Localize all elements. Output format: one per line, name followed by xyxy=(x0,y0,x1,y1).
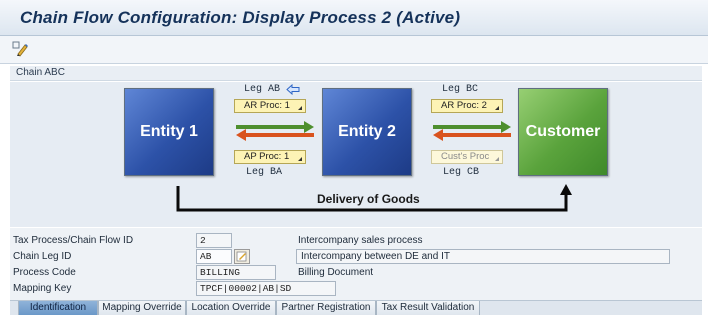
tab-tax-result-validation[interactable]: Tax Result Validation xyxy=(376,301,480,315)
mapping-key-field[interactable]: TPCF|00002|AB|SD xyxy=(196,281,336,296)
chain-flow-diagram: Entity 1 Entity 2 Customer Leg AB Leg BC… xyxy=(10,82,702,227)
mapping-key-label: Mapping Key xyxy=(13,283,72,294)
tab-identification[interactable]: Identification xyxy=(18,301,98,315)
tab-location-override[interactable]: Location Override xyxy=(186,301,276,315)
form-row-chain-leg-id: Chain Leg ID AB Intercompany between DE … xyxy=(10,249,702,265)
tab-strip: Identification Mapping Override Location… xyxy=(10,300,702,315)
detail-form: Tax Process/Chain Flow ID 2 Intercompany… xyxy=(10,228,702,300)
chain-label: Chain ABC xyxy=(16,67,65,78)
display-change-icon[interactable] xyxy=(12,41,30,58)
tab-mapping-override[interactable]: Mapping Override xyxy=(98,301,186,315)
chain-leg-id-label: Chain Leg ID xyxy=(13,251,72,262)
chain-flow-id-description: Intercompany sales process xyxy=(298,235,423,246)
form-row-chain-flow-id: Tax Process/Chain Flow ID 2 Intercompany… xyxy=(10,233,702,249)
section-header: Chain ABC xyxy=(10,66,702,81)
title-bar: Chain Flow Configuration: Display Proces… xyxy=(0,0,708,36)
page-title: Chain Flow Configuration: Display Proces… xyxy=(20,8,461,27)
tab-partner-registration[interactable]: Partner Registration xyxy=(276,301,376,315)
process-code-label: Process Code xyxy=(13,267,76,278)
chain-flow-id-label: Tax Process/Chain Flow ID xyxy=(13,235,134,246)
delivery-of-goods-label: Delivery of Goods xyxy=(317,192,420,206)
chain-flow-id-field[interactable]: 2 xyxy=(196,233,232,248)
form-row-mapping-key: Mapping Key TPCF|00002|AB|SD xyxy=(10,281,702,297)
toolbar xyxy=(0,36,708,64)
process-code-field[interactable]: BILLING xyxy=(196,265,276,280)
chain-leg-id-field[interactable]: AB xyxy=(196,249,232,264)
value-help-icon[interactable] xyxy=(234,249,250,264)
form-row-process-code: Process Code BILLING Billing Document xyxy=(10,265,702,281)
process-code-description: Billing Document xyxy=(298,267,374,278)
chain-leg-id-description: Intercompany between DE and IT xyxy=(296,249,670,264)
